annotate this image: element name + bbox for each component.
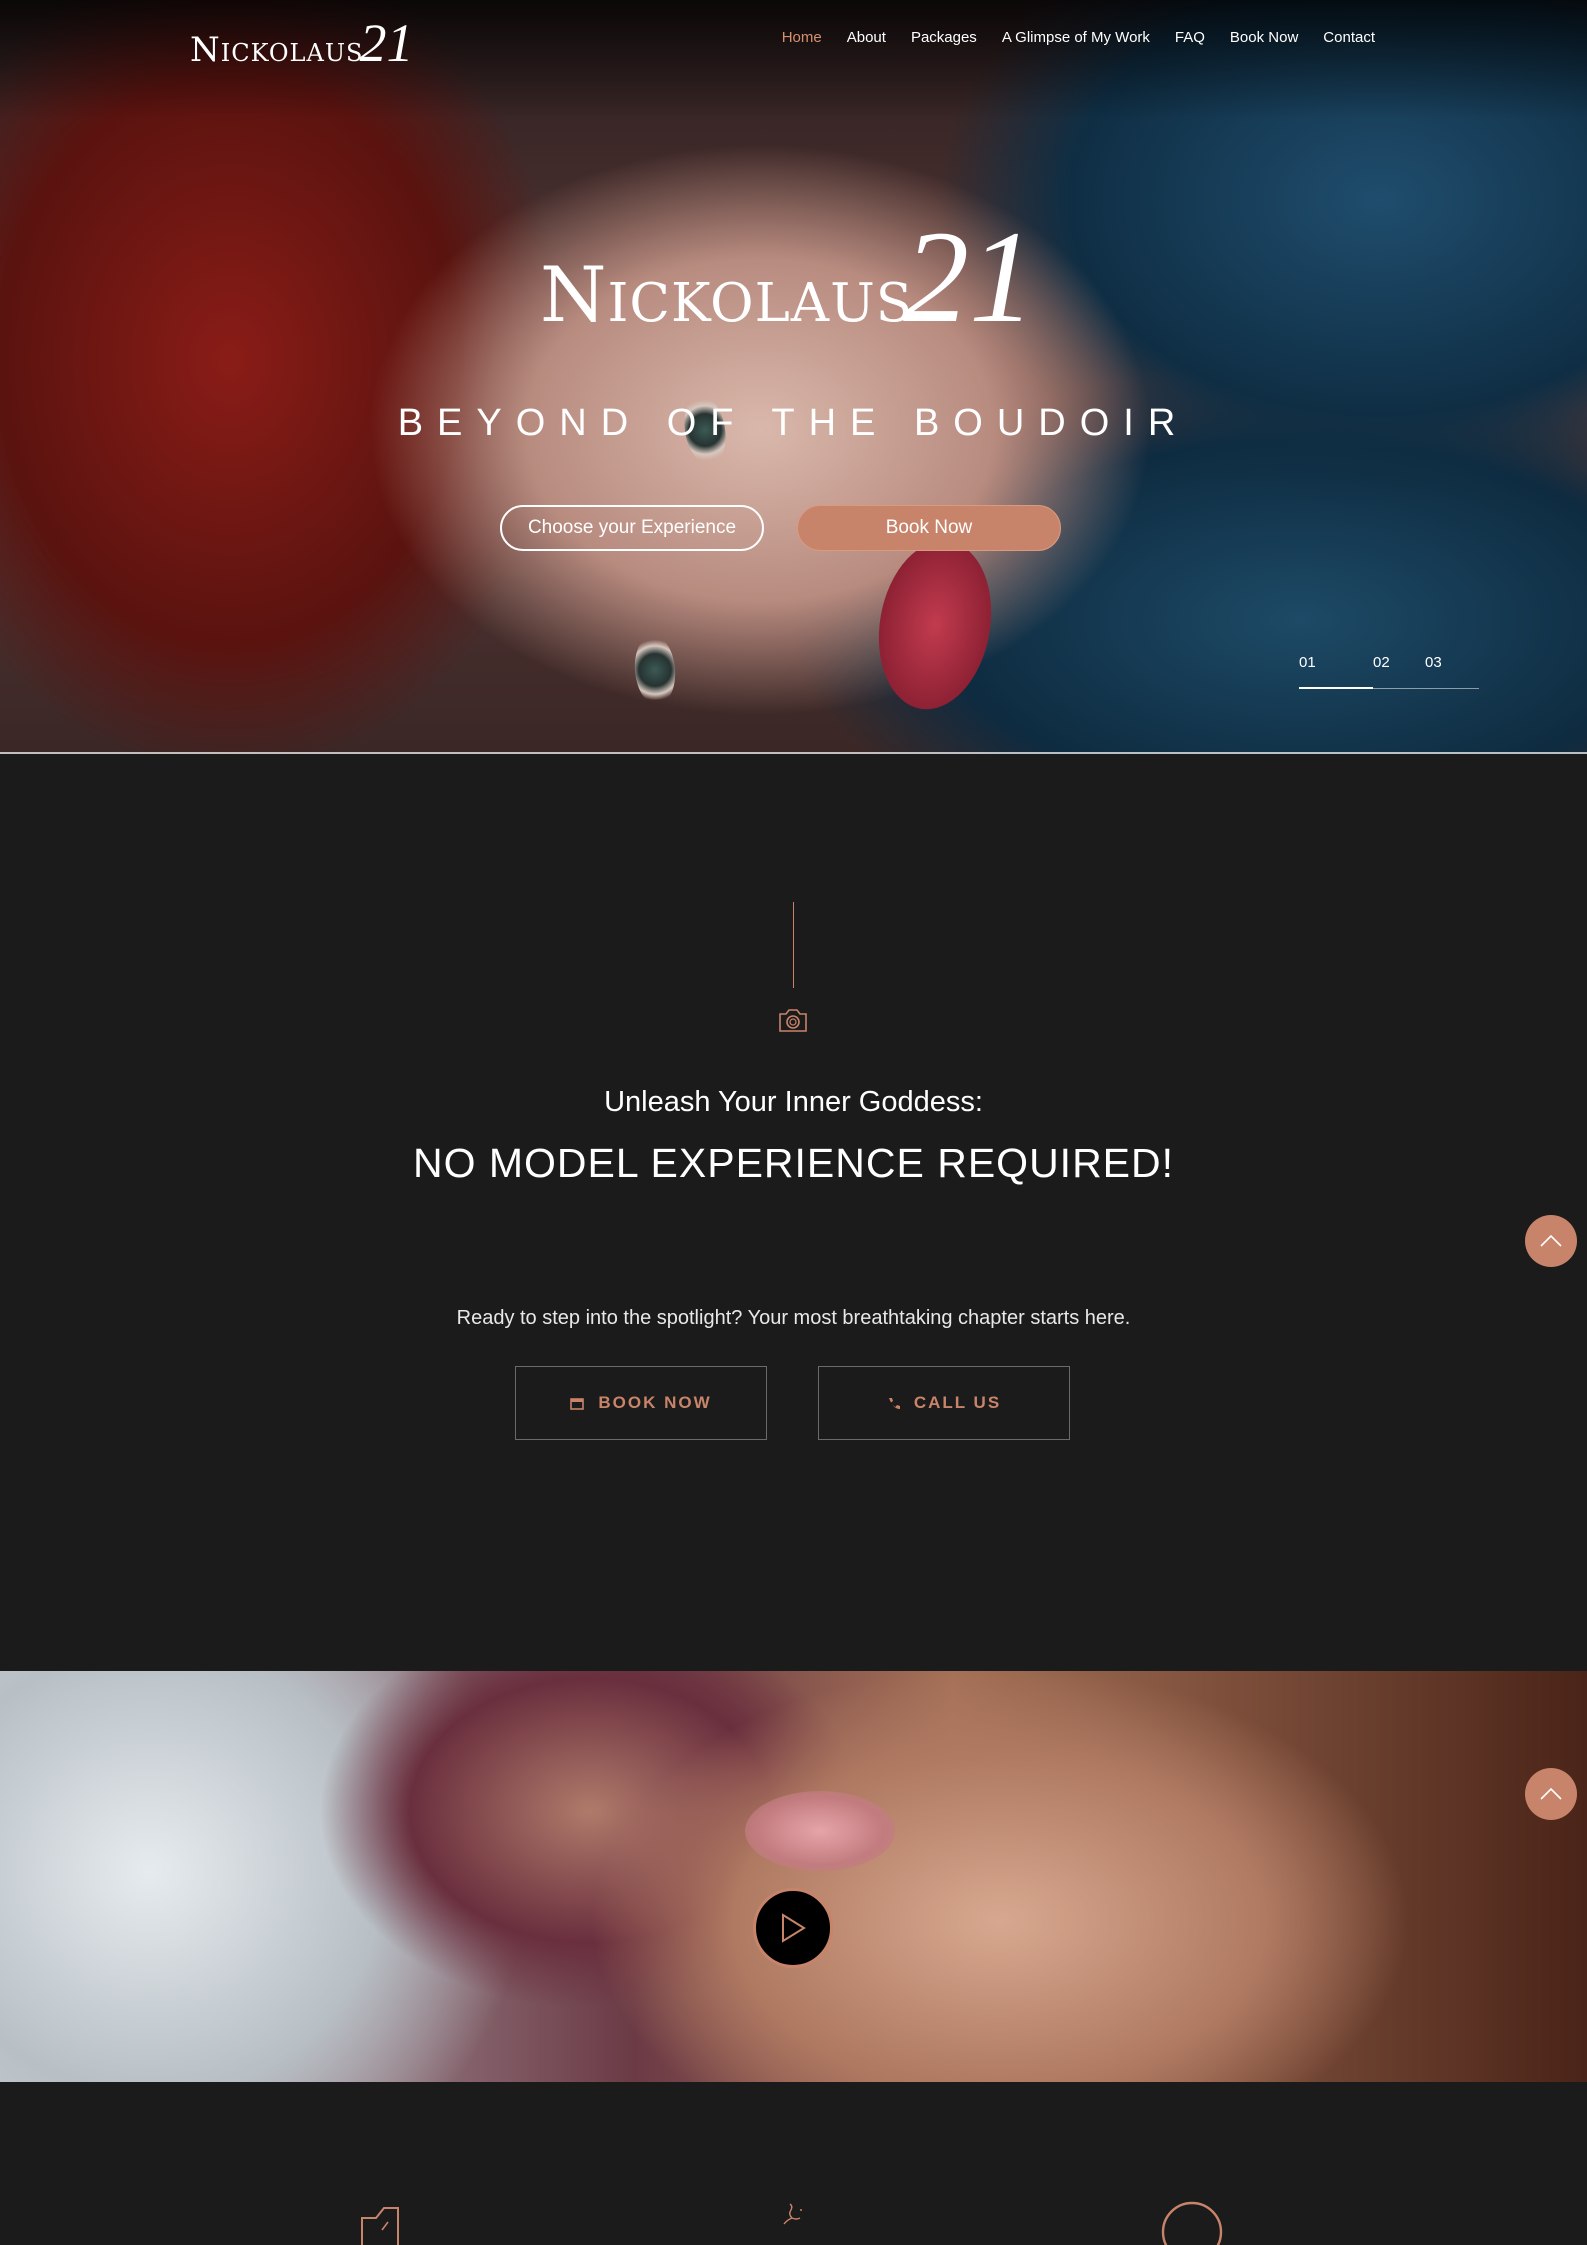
section-text: Ready to step into the spotlight? Your m… xyxy=(456,1307,1131,1329)
nav-item-about[interactable]: About xyxy=(847,29,886,46)
section-subtitle: Unleash Your Inner Goddess: xyxy=(604,1086,983,1118)
nav-item-glimpse[interactable]: A Glimpse of My Work xyxy=(1002,29,1150,46)
book-now-label: BOOK NOW xyxy=(598,1393,712,1412)
nav-item-book-now[interactable]: Book Now xyxy=(1230,29,1298,46)
chevron-up-icon xyxy=(1540,1235,1562,1247)
choose-experience-button[interactable]: Choose your Experience xyxy=(500,505,764,551)
nav-item-contact[interactable]: Contact xyxy=(1323,29,1375,46)
hero-tagline: BEYOND OF THE BOUDOIR xyxy=(397,402,1190,444)
book-now-button[interactable]: BOOK NOW xyxy=(515,1366,767,1440)
slide-dot-1[interactable]: 01 xyxy=(1299,654,1316,671)
figure-icon xyxy=(783,2203,802,2225)
scroll-to-top-button[interactable] xyxy=(1525,1768,1577,1820)
slide-dot-3[interactable]: 03 xyxy=(1425,654,1442,671)
nav-item-faq[interactable]: FAQ xyxy=(1175,29,1205,46)
slider-pagination: 01 02 03 xyxy=(1299,654,1479,690)
phone-icon xyxy=(888,1397,900,1409)
logo-name: Nickolaus xyxy=(190,30,364,70)
hero-book-now-button[interactable]: Book Now xyxy=(797,505,1061,551)
scroll-to-top-button[interactable] xyxy=(1525,1215,1577,1267)
camera-outline-icon xyxy=(361,2207,399,2245)
hero-logo: Nickolaus 21 xyxy=(540,203,1036,350)
divider xyxy=(0,752,1587,754)
logo-number: 21 xyxy=(359,13,414,73)
calendar-icon xyxy=(570,1397,585,1410)
decorative-line xyxy=(793,902,794,988)
video-image-detail xyxy=(745,1791,895,1871)
hero-logo-name: Nickolaus xyxy=(540,250,914,339)
video-section xyxy=(0,1671,1587,2082)
play-video-button[interactable] xyxy=(753,1888,833,1968)
main-nav: Home About Packages A Glimpse of My Work… xyxy=(782,29,1375,46)
nav-item-home[interactable]: Home xyxy=(782,29,822,46)
call-us-button[interactable]: CALL US xyxy=(818,1366,1070,1440)
slide-dot-2[interactable]: 02 xyxy=(1373,654,1390,671)
slider-progress-fill xyxy=(1299,687,1373,689)
chevron-up-icon xyxy=(1540,1788,1562,1800)
site-logo[interactable]: Nickolaus 21 xyxy=(190,12,414,73)
hero-image-detail xyxy=(866,531,1004,719)
section-title: NO MODEL EXPERIENCE REQUIRED! xyxy=(412,1140,1175,1186)
hero-image-detail xyxy=(632,633,678,707)
header: Nickolaus 21 Home About Packages A Glimp… xyxy=(0,0,1587,80)
camera-icon xyxy=(779,1009,807,1032)
play-icon xyxy=(782,1913,806,1943)
hero-slider xyxy=(0,0,1587,754)
nav-item-packages[interactable]: Packages xyxy=(911,29,977,46)
circle-icon xyxy=(1161,2201,1223,2245)
hero-logo-number: 21 xyxy=(903,203,1036,350)
call-us-label: CALL US xyxy=(913,1393,1002,1412)
